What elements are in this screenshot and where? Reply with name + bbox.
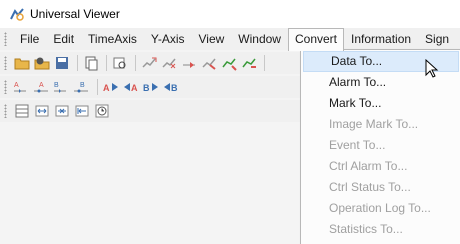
jump-a-icon[interactable]: A: [102, 78, 120, 96]
menu-sign[interactable]: Sign: [418, 28, 456, 50]
move-start-icon[interactable]: [73, 102, 91, 120]
layout-icon[interactable]: [13, 102, 31, 120]
menubar-grip[interactable]: [4, 32, 7, 46]
menu-information[interactable]: Information: [344, 28, 418, 50]
menu-window[interactable]: Window: [231, 28, 288, 50]
menu-timeaxis[interactable]: TimeAxis: [81, 28, 144, 50]
zoom-extra-icon[interactable]: [240, 54, 258, 72]
svg-text:A: A: [39, 82, 44, 89]
open-recent-icon[interactable]: [33, 54, 51, 72]
svg-text:B: B: [143, 83, 150, 93]
cursor-a-icon[interactable]: A: [13, 78, 31, 96]
menuitem-ctrl-status-to[interactable]: Ctrl Status To...: [301, 177, 460, 198]
jump-ka-icon[interactable]: A: [122, 78, 140, 96]
menuitem-event-to[interactable]: Event To...: [301, 135, 460, 156]
title-bar: Universal Viewer: [0, 0, 460, 28]
menu-edit[interactable]: Edit: [46, 28, 81, 50]
menuitem-statistics-to[interactable]: Statistics To...: [301, 219, 460, 240]
jump-kb-icon[interactable]: B: [162, 78, 180, 96]
toolbar-separator: [77, 55, 78, 71]
toolbar-separator: [106, 55, 107, 71]
menuitem-mark-to[interactable]: Mark To...: [301, 93, 460, 114]
jump-b-icon[interactable]: B: [142, 78, 160, 96]
menu-convert[interactable]: Convert: [287, 27, 345, 51]
menu-y-axis[interactable]: Y-Axis: [144, 28, 192, 50]
menuitem-ctrl-alarm-to[interactable]: Ctrl Alarm To...: [301, 156, 460, 177]
fit-icon[interactable]: [180, 54, 198, 72]
main-toolbar: [0, 52, 300, 74]
zoom-range-icon[interactable]: [200, 54, 218, 72]
save-icon[interactable]: [53, 54, 71, 72]
zoom-in-icon[interactable]: [140, 54, 158, 72]
svg-text:A: A: [103, 83, 110, 93]
open-folder-icon[interactable]: [13, 54, 31, 72]
menuitem-image-mark-to[interactable]: Image Mark To...: [301, 114, 460, 135]
toolbar-grip[interactable]: [4, 80, 7, 94]
zoom-out-icon[interactable]: [160, 54, 178, 72]
window-title: Universal Viewer: [30, 7, 120, 21]
svg-text:A: A: [131, 83, 138, 93]
svg-text:B: B: [171, 83, 178, 93]
clock-icon[interactable]: [93, 102, 111, 120]
print-preview-icon[interactable]: [111, 54, 129, 72]
menuitem-operation-log-to[interactable]: Operation Log To...: [301, 198, 460, 219]
app-logo-icon: [10, 8, 24, 21]
mouse-pointer-icon: [425, 59, 439, 78]
svg-text:B: B: [80, 82, 85, 89]
copy-icon[interactable]: [82, 54, 100, 72]
svg-text:B: B: [54, 82, 59, 89]
menu-bar: File Edit TimeAxis Y-Axis View Window Co…: [0, 27, 460, 51]
svg-text:A: A: [14, 82, 19, 89]
toolbar-separator: [135, 55, 136, 71]
cursor-toolbar: A A B B A A B B: [0, 76, 300, 98]
cursor-b-add-icon[interactable]: B: [73, 78, 91, 96]
toolbar-grip[interactable]: [4, 104, 7, 118]
expand-axis-icon[interactable]: [33, 102, 51, 120]
cursor-b-icon[interactable]: B: [53, 78, 71, 96]
zoom-reset-icon[interactable]: [220, 54, 238, 72]
menu-view[interactable]: View: [192, 28, 232, 50]
toolbar-separator: [264, 55, 265, 71]
menu-file[interactable]: File: [13, 28, 46, 50]
toolbar-grip[interactable]: [4, 56, 7, 70]
cursor-ab-icon[interactable]: A: [33, 78, 51, 96]
shrink-axis-icon[interactable]: [53, 102, 71, 120]
toolbar-separator: [97, 79, 98, 95]
axis-toolbar: [0, 100, 300, 122]
